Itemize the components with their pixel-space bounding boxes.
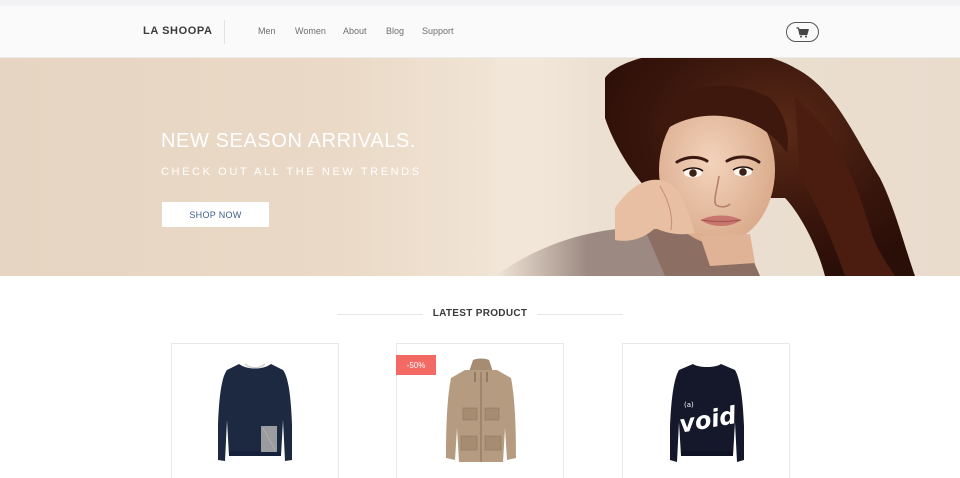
hero-banner: NEW SEASON ARRIVALS. CHECK OUT ALL THE N… bbox=[0, 58, 960, 276]
site-header: LA SHOOPA Men Women About Blog Support bbox=[0, 6, 960, 58]
product-card[interactable]: (a) void bbox=[622, 343, 790, 478]
section-line-right bbox=[537, 314, 623, 315]
hero-title: NEW SEASON ARRIVALS. bbox=[161, 130, 417, 152]
nav-support[interactable]: Support bbox=[422, 26, 454, 36]
header-divider bbox=[224, 20, 225, 44]
nav-about[interactable]: About bbox=[343, 26, 367, 36]
nav-women[interactable]: Women bbox=[295, 26, 326, 36]
cart-icon bbox=[796, 26, 809, 38]
shop-now-button[interactable]: SHOP NOW bbox=[162, 202, 269, 227]
cart-button[interactable] bbox=[786, 22, 819, 42]
void-sweatshirt-image: (a) void bbox=[670, 364, 744, 462]
site-logo[interactable]: LA SHOOPA bbox=[143, 25, 213, 37]
product-card[interactable] bbox=[171, 343, 339, 478]
nav-men[interactable]: Men bbox=[258, 26, 276, 36]
hero-model-photo bbox=[495, 58, 915, 276]
latest-product-title: LATEST PRODUCT bbox=[432, 308, 528, 319]
discount-badge: -50% bbox=[396, 355, 436, 375]
navy-sweater-image bbox=[218, 363, 292, 461]
hero-subtitle: CHECK OUT ALL THE NEW TRENDS bbox=[161, 166, 422, 178]
product-card[interactable]: -50% bbox=[396, 343, 564, 478]
beige-parka-image bbox=[446, 358, 516, 462]
nav-blog[interactable]: Blog bbox=[386, 26, 404, 36]
